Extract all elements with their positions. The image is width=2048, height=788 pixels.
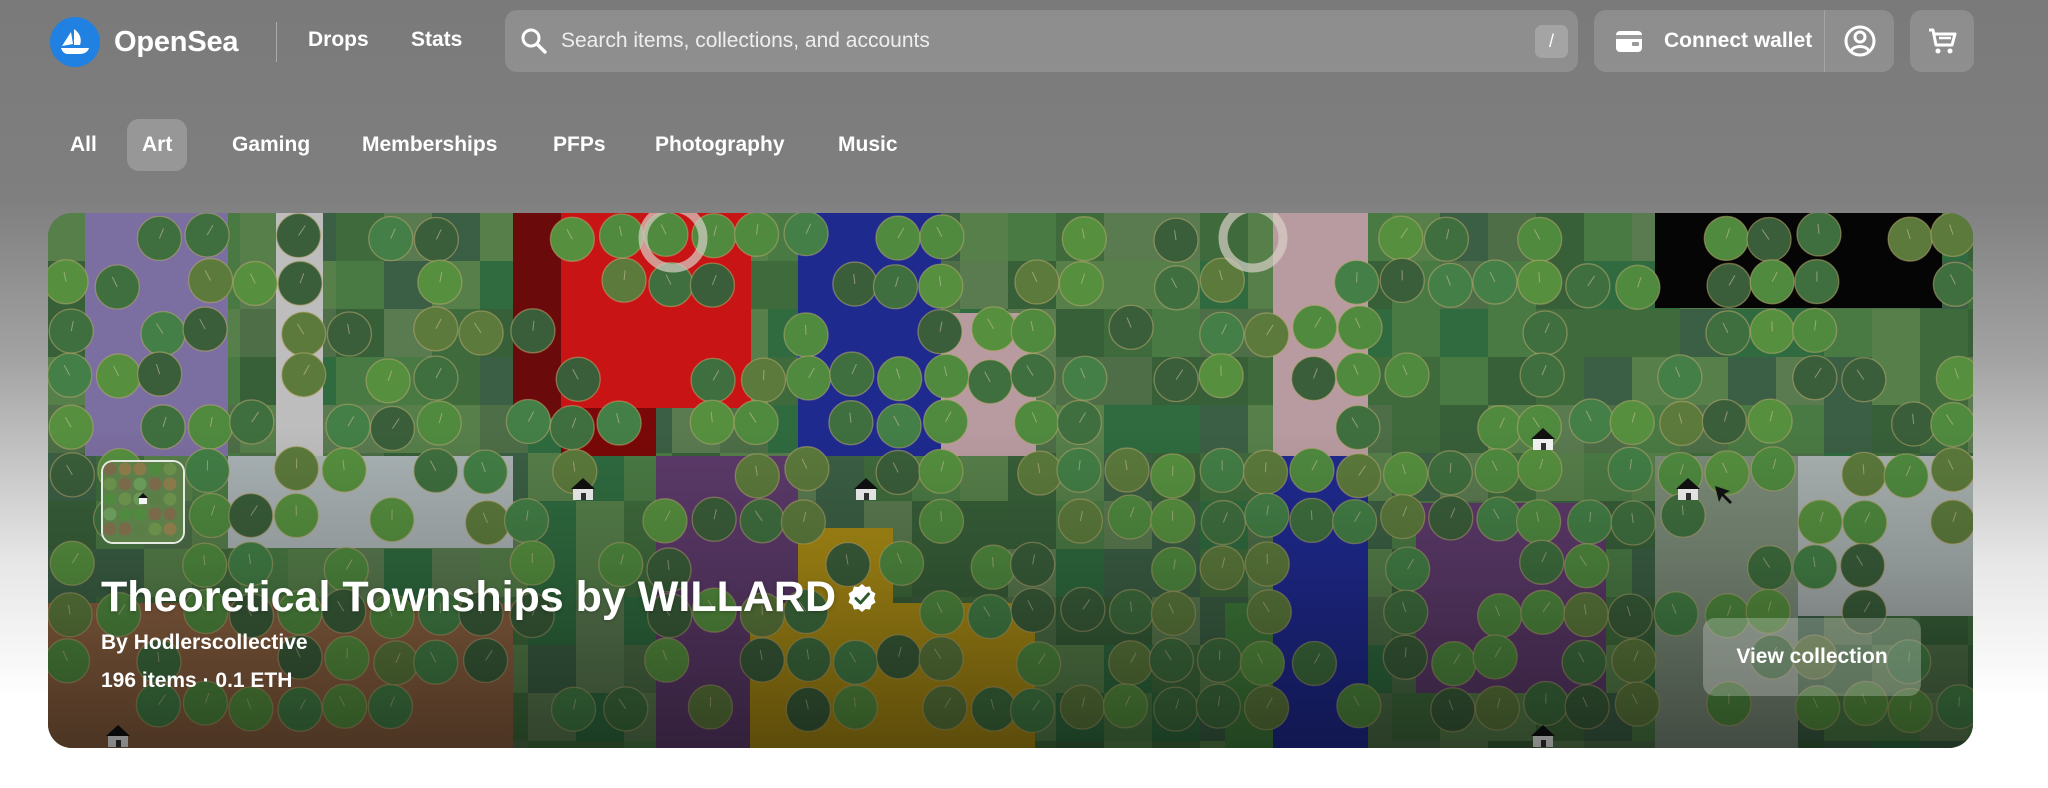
- opensea-logo-icon: [50, 17, 100, 67]
- brand-logo[interactable]: OpenSea: [50, 17, 239, 67]
- wallet-icon: [1616, 31, 1642, 52]
- connect-wallet-label: Connect wallet: [1664, 29, 1813, 52]
- cart-icon: [1929, 28, 1957, 54]
- tab-music[interactable]: Music: [823, 119, 913, 171]
- tab-photography[interactable]: Photography: [640, 119, 800, 171]
- search-icon: [521, 28, 547, 54]
- nav-stats[interactable]: Stats: [411, 28, 462, 52]
- mouse-pointer-icon: [1715, 486, 1732, 504]
- tab-gaming[interactable]: Gaming: [217, 119, 325, 171]
- collection-thumbnail[interactable]: [101, 460, 185, 544]
- verified-badge-icon: [848, 583, 876, 612]
- collection-title[interactable]: Theoretical Townships by WILLARD: [101, 573, 836, 622]
- tab-all[interactable]: All: [55, 119, 112, 171]
- nav-drops[interactable]: Drops: [308, 28, 369, 52]
- connect-wallet-button[interactable]: Connect wallet: [1594, 10, 1824, 72]
- profile-button[interactable]: [1825, 10, 1894, 72]
- banner-gradient-overlay: [48, 213, 1973, 748]
- tab-pfps[interactable]: PFPs: [538, 119, 621, 171]
- featured-collection-card[interactable]: Theoretical Townships by WILLARD By Hodl…: [48, 213, 1973, 748]
- creator-name[interactable]: Hodlerscollective: [134, 631, 308, 655]
- view-collection-button[interactable]: View collection: [1703, 618, 1921, 696]
- by-label: By: [101, 631, 128, 654]
- brand-name: OpenSea: [114, 25, 239, 58]
- collection-creator-line: By Hodlerscollective: [101, 631, 308, 655]
- header-divider: [276, 22, 277, 62]
- search-input[interactable]: [561, 24, 1461, 58]
- tab-memberships[interactable]: Memberships: [347, 119, 512, 171]
- cart-button[interactable]: [1910, 10, 1974, 72]
- wallet-group: Connect wallet: [1594, 10, 1894, 72]
- collection-title-row: Theoretical Townships by WILLARD: [101, 573, 878, 622]
- top-navigation-bar: OpenSea Drops Stats / Connect wallet: [0, 0, 2048, 84]
- tab-art[interactable]: Art: [127, 119, 188, 171]
- profile-icon: [1844, 25, 1875, 57]
- collection-stats: 196 items · 0.1 ETH: [101, 669, 293, 692]
- search-shortcut-key: /: [1535, 25, 1568, 58]
- search-bar[interactable]: /: [505, 10, 1578, 72]
